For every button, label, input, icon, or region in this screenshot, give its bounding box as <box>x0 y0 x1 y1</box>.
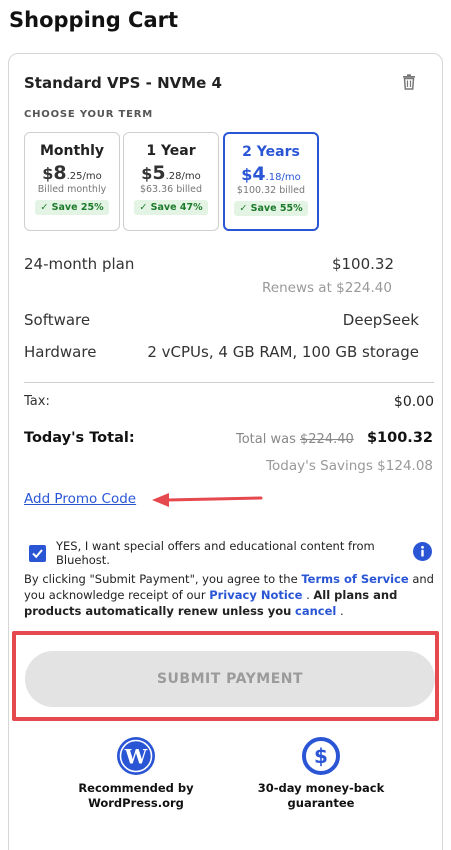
term-billed: $100.32 billed <box>236 185 306 196</box>
hardware-value: 2 vCPUs, 4 GB RAM, 100 GB storage <box>147 343 419 361</box>
checkmark-icon <box>32 549 43 559</box>
cancel-link[interactable]: cancel <box>295 604 336 618</box>
total-value: $100.32 <box>366 430 433 446</box>
badge-text: 30-day money-back guarantee <box>257 781 385 810</box>
term-option-monthly[interactable]: Monthly $8.25/mo Billed monthly ✓ Save 2… <box>24 132 120 231</box>
red-arrow-annotation <box>152 493 263 507</box>
term-label: 2 Years <box>242 144 300 160</box>
hardware-label: Hardware <box>24 343 97 361</box>
optin-text: YES, I want special offers and education… <box>56 539 375 567</box>
plan-label: 24-month plan <box>24 255 135 273</box>
svg-text:W: W <box>124 745 148 769</box>
divider <box>24 382 434 383</box>
save-badge: ✓ Save 47% <box>134 200 208 215</box>
wordpress-logo-icon: W <box>117 737 155 775</box>
term-option-2-years[interactable]: 2 Years $4.18/mo $100.32 billed ✓ Save 5… <box>223 132 319 231</box>
was-value: $224.40 <box>300 432 354 447</box>
check-icon: ✓ <box>139 202 148 213</box>
dollar-guarantee-icon: $ <box>302 737 340 775</box>
submit-payment-button[interactable]: SUBMIT PAYMENT <box>25 651 435 707</box>
software-label: Software <box>24 311 91 329</box>
total-was: Total was $224.40 <box>236 432 354 447</box>
total-label: Today's Total: <box>24 430 135 446</box>
svg-text:$: $ <box>314 744 328 768</box>
term-price: $4.18/mo <box>241 163 301 185</box>
savings-text: Today's Savings $124.08 <box>266 458 433 474</box>
check-icon: ✓ <box>239 203 248 214</box>
term-option-1-year[interactable]: 1 Year $5.28/mo $63.36 billed ✓ Save 47% <box>123 132 219 231</box>
page-title: Shopping Cart <box>9 8 179 32</box>
term-billed: $63.36 billed <box>139 184 203 195</box>
term-label: 1 Year <box>146 143 196 159</box>
term-label: Monthly <box>39 143 105 159</box>
badge-text: Recommended by WordPress.org <box>78 781 194 810</box>
save-badge: ✓ Save 25% <box>35 200 109 215</box>
software-row: Software DeepSeek <box>24 311 419 329</box>
add-promo-code-link[interactable]: Add Promo Code <box>24 491 136 507</box>
software-value: DeepSeek <box>342 311 419 329</box>
save-badge: ✓ Save 55% <box>234 201 308 216</box>
money-back-badge: $ 30-day money-back guarantee <box>246 736 396 811</box>
legal-text: By clicking "Submit Payment", you agree … <box>24 572 434 618</box>
renews-text: Renews at $224.40 <box>262 280 392 296</box>
optin-checkbox[interactable] <box>29 545 46 562</box>
privacy-notice-link[interactable]: Privacy Notice <box>209 588 302 602</box>
tax-label: Tax: <box>24 394 50 409</box>
plan-row: 24-month plan $100.32 <box>24 255 394 273</box>
term-heading: CHOOSE YOUR TERM <box>24 109 154 120</box>
term-billed: Billed monthly <box>37 184 107 195</box>
check-icon: ✓ <box>40 202 49 213</box>
term-price: $8.25/mo <box>42 162 102 184</box>
plan-price: $100.32 <box>331 255 394 273</box>
info-icon[interactable] <box>413 542 432 561</box>
tax-row: Tax: $0.00 <box>24 394 434 410</box>
hardware-row: Hardware 2 vCPUs, 4 GB RAM, 100 GB stora… <box>24 343 419 361</box>
trash-icon[interactable] <box>402 74 416 90</box>
product-name: Standard VPS - NVMe 4 <box>24 74 222 92</box>
wordpress-badge: W Recommended by WordPress.org <box>61 736 211 811</box>
term-price: $5.28/mo <box>141 162 201 184</box>
cart-card: Standard VPS - NVMe 4 CHOOSE YOUR TERM M… <box>8 53 443 850</box>
terms-of-service-link[interactable]: Terms of Service <box>301 572 408 586</box>
tax-value: $0.00 <box>393 394 434 410</box>
